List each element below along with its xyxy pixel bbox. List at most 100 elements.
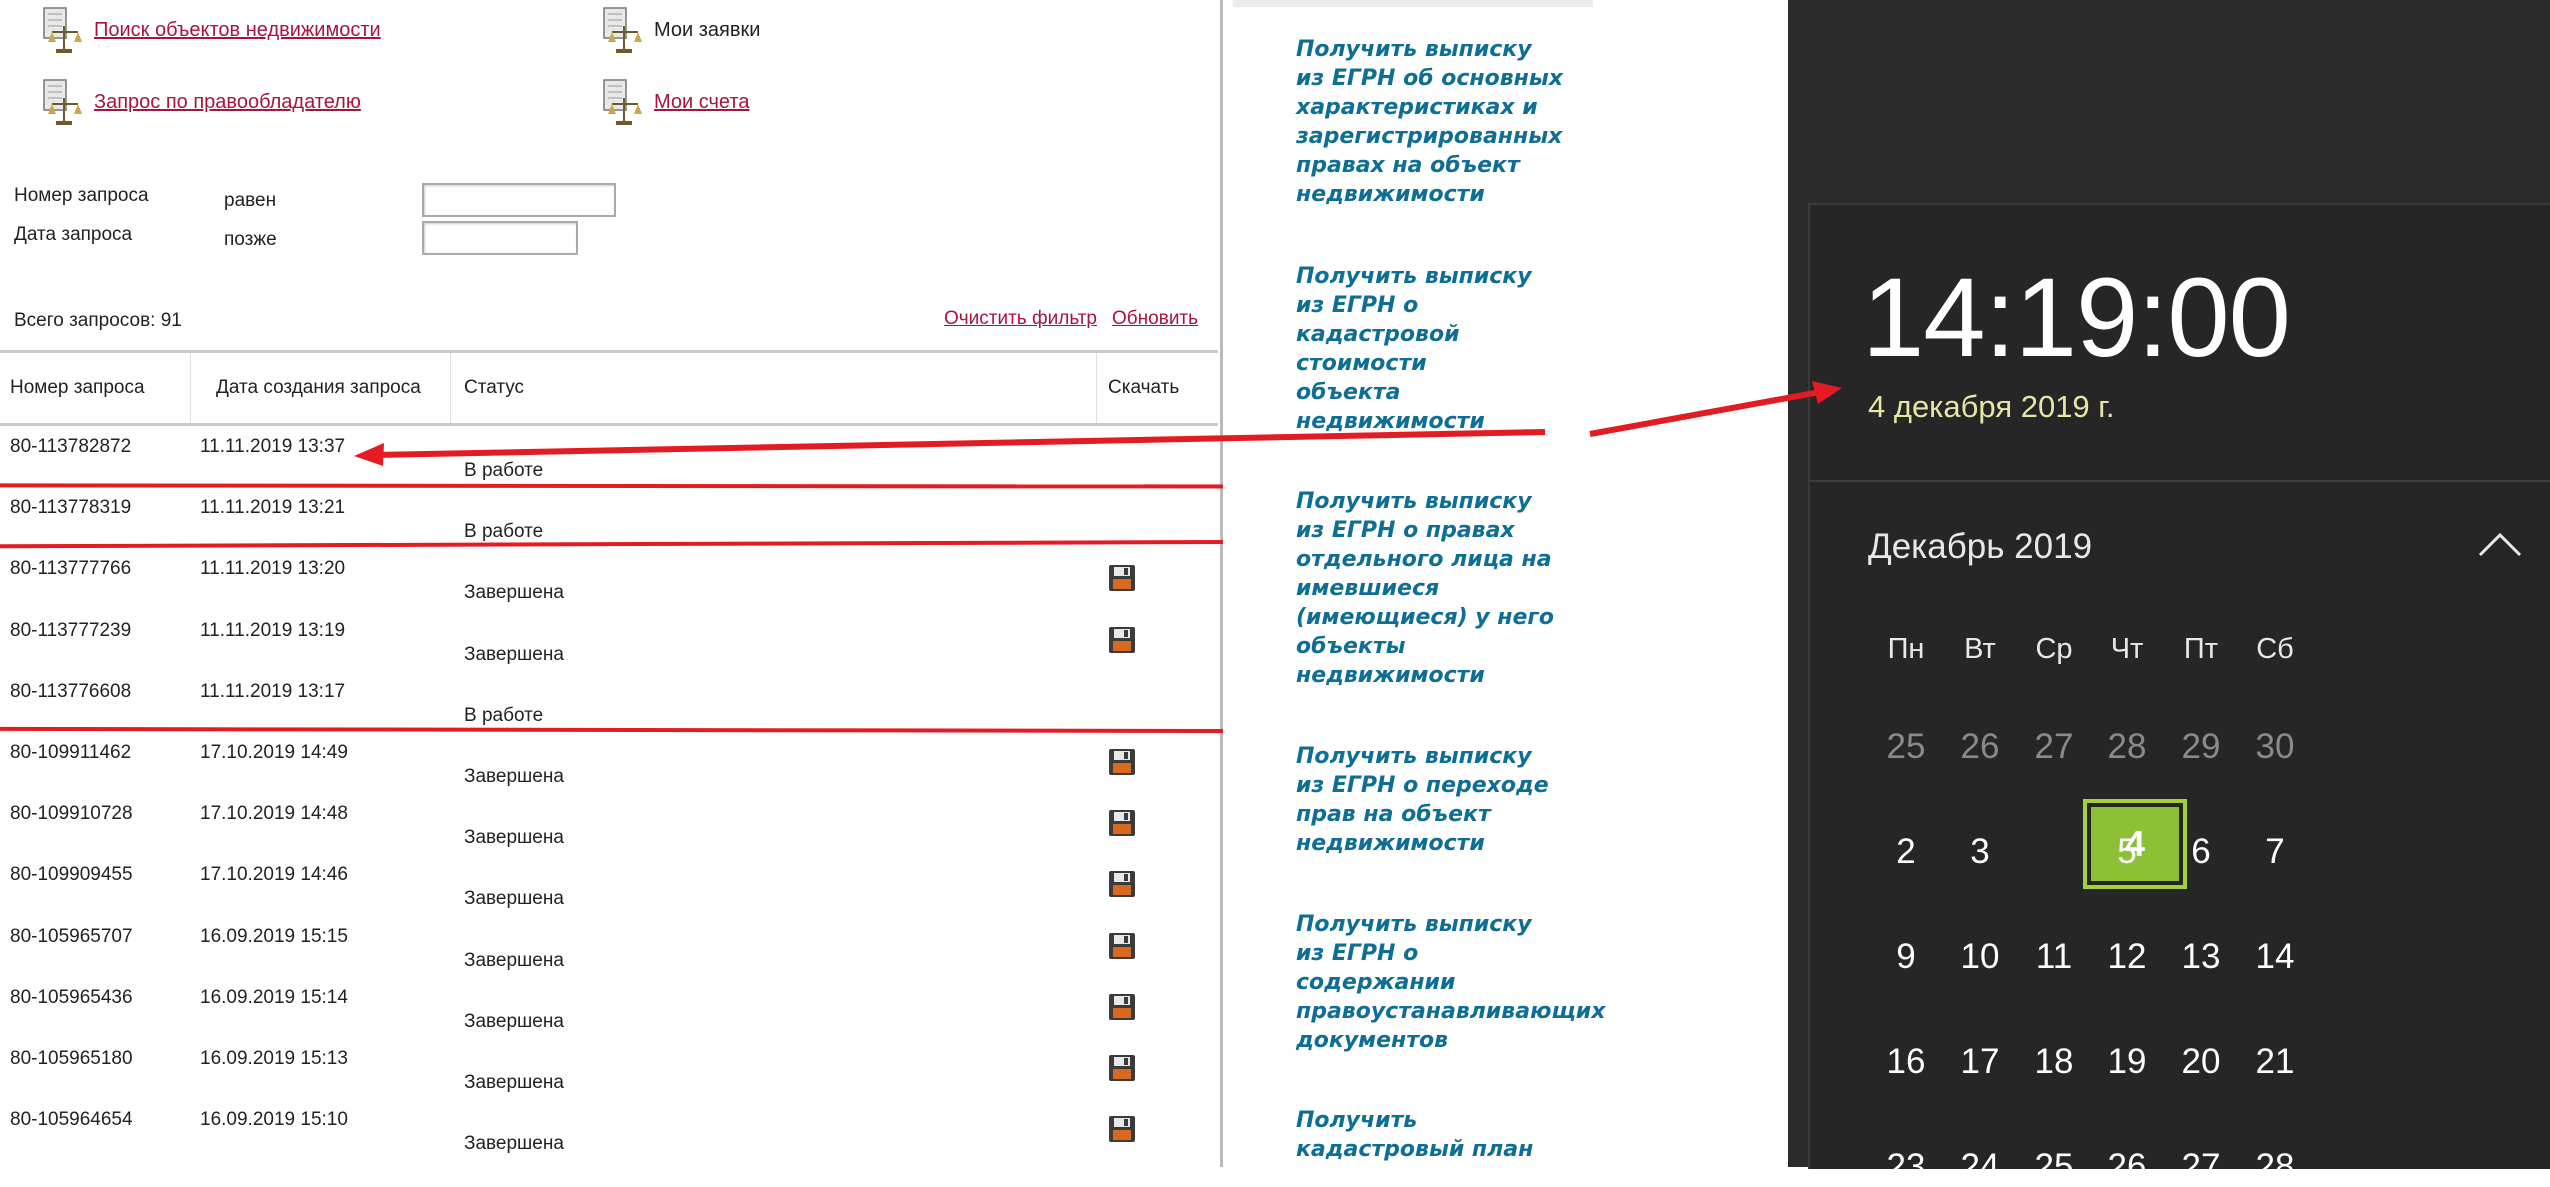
calendar-day[interactable]: 5	[2087, 832, 2167, 872]
floppy-disk-download-icon[interactable]	[1108, 626, 1136, 654]
request-status: Завершена	[464, 949, 564, 971]
calendar-day[interactable]: 17	[1940, 1042, 2020, 1082]
service-link-person-rights[interactable]: Получить выписку из ЕГРН о правах отдель…	[1296, 487, 1626, 690]
calendar-day[interactable]: 27	[2161, 1147, 2241, 1187]
table-row: 80-113782872 11.11.2019 13:37 В работе	[0, 426, 1218, 487]
nav-my-requests-label[interactable]: Мои заявки	[654, 19, 760, 42]
nav-owner-request-label[interactable]: Запрос по правообладателю	[94, 91, 361, 114]
nav-my-bills-label[interactable]: Мои счета	[654, 91, 749, 114]
request-date: 11.11.2019 13:17	[200, 680, 346, 702]
calendar-day[interactable]: 11	[2014, 937, 2094, 977]
calendar-day[interactable]: 2	[1866, 832, 1946, 872]
calendar-day[interactable]: 18	[2014, 1042, 2094, 1082]
service-link-title-documents[interactable]: Получить выписку из ЕГРН о содержании пр…	[1296, 910, 1626, 1055]
floppy-disk-download-icon[interactable]	[1108, 932, 1136, 960]
nav-search-objects-label[interactable]: Поиск объектов недвижимости	[94, 19, 381, 42]
building-scales-icon	[43, 79, 82, 125]
calendar-day[interactable]: 29	[2161, 727, 2241, 767]
calendar-day[interactable]: 10	[1940, 937, 2020, 977]
request-number-input[interactable]	[422, 183, 616, 217]
floppy-disk-download-icon[interactable]	[1108, 1054, 1136, 1082]
calendar-day[interactable]: 30	[2235, 727, 2315, 767]
request-date: 17.10.2019 14:49	[200, 741, 348, 763]
calendar-day[interactable]: 19	[2087, 1042, 2167, 1082]
floppy-disk-download-icon[interactable]	[1108, 1115, 1136, 1143]
request-date-label: Дата запроса	[14, 224, 133, 245]
request-date: 16.09.2019 15:14	[200, 986, 348, 1008]
request-status: В работе	[464, 521, 544, 543]
calendar-day[interactable]: 23	[1866, 1147, 1946, 1187]
calendar-day[interactable]: 21	[2235, 1042, 2315, 1082]
request-date: 16.09.2019 15:13	[200, 1047, 348, 1069]
request-status: Завершена	[464, 1071, 564, 1093]
weekday-label: Ср	[2035, 633, 2073, 665]
request-date: 16.09.2019 15:10	[200, 1109, 348, 1131]
request-date: 17.10.2019 14:48	[200, 803, 348, 825]
weekday-label: Сб	[2256, 633, 2294, 665]
request-date: 11.11.2019 13:19	[200, 619, 346, 641]
table-body: 80-113782872 11.11.2019 13:37 В работе 80-1…	[0, 426, 1218, 1160]
building-scales-icon	[603, 79, 642, 125]
nav-owner-request[interactable]: Запрос по правообладателю	[38, 72, 361, 132]
table-row: 80-105964654 16.09.2019 15:10 Завершена	[0, 1099, 1218, 1160]
calendar-day[interactable]: 20	[2161, 1042, 2241, 1082]
table-row: 80-105965436 16.09.2019 15:14 Завершена	[0, 977, 1218, 1038]
floppy-disk-download-icon[interactable]	[1108, 809, 1136, 837]
calendar-day[interactable]: 28	[2087, 727, 2167, 767]
calendar-day[interactable]: 3	[1940, 832, 2020, 872]
calendar-day[interactable]: 7	[2235, 832, 2315, 872]
header-created-date[interactable]: Дата создания запроса	[216, 377, 421, 399]
request-date-operator[interactable]: позже	[224, 229, 277, 251]
nav-my-requests[interactable]: Мои заявки	[598, 0, 760, 60]
service-link-cadastral-plan[interactable]: Получить кадастровый план	[1296, 1106, 1626, 1164]
floppy-disk-download-icon[interactable]	[1108, 993, 1136, 1021]
request-date: 11.11.2019 13:21	[200, 497, 346, 519]
header-request-number[interactable]: Номер запроса	[10, 377, 145, 399]
service-link-main-characteristics[interactable]: Получить выписку из ЕГРН об основных хар…	[1296, 35, 1626, 209]
total-requests: Всего запросов: 91	[14, 310, 182, 331]
request-status: Завершена	[464, 1133, 564, 1155]
floppy-disk-download-icon[interactable]	[1108, 564, 1136, 592]
calendar-day[interactable]: 28	[2235, 1147, 2315, 1187]
calendar-day[interactable]: 9	[1866, 937, 1946, 977]
request-number: 80-113782872	[10, 436, 132, 457]
calendar-day[interactable]: 6	[2161, 832, 2241, 872]
table-row: 80-109910728 17.10.2019 14:48 Завершена	[0, 793, 1218, 854]
calendar-day[interactable]: 16	[1866, 1042, 1946, 1082]
nav-search-objects[interactable]: Поиск объектов недвижимости	[38, 0, 381, 60]
clock-date-link[interactable]: 4 декабря 2019 г.	[1868, 389, 2114, 425]
table-row: 80-105965180 16.09.2019 15:13 Завершена	[0, 1038, 1218, 1099]
calendar-day[interactable]: 12	[2087, 937, 2167, 977]
requests-panel: Поиск объектов недвижимости Мои заявки З…	[0, 0, 1301, 1167]
calendar-day[interactable]: 24	[1940, 1147, 2020, 1187]
calendar-day[interactable]: 26	[2087, 1147, 2167, 1187]
floppy-disk-download-icon[interactable]	[1108, 748, 1136, 776]
table-row: 80-113777239 11.11.2019 13:19 Завершена	[0, 610, 1218, 671]
request-status: В работе	[464, 460, 544, 481]
service-link-cadastral-value[interactable]: Получить выписку из ЕГРН о кадастровой с…	[1296, 262, 1626, 436]
refresh-link[interactable]: Обновить	[1112, 308, 1198, 330]
nav-my-bills[interactable]: Мои счета	[598, 72, 749, 132]
calendar-day[interactable]: 14	[2235, 937, 2315, 977]
request-number: 80-105965707	[10, 925, 133, 947]
request-date: 11.11.2019 13:37	[200, 436, 346, 457]
calendar-month-title[interactable]: Декабрь 2019	[1868, 527, 2092, 567]
request-number: 80-105965180	[10, 1047, 133, 1069]
chevron-up-icon[interactable]	[2478, 531, 2522, 557]
request-number-operator[interactable]: равен	[224, 190, 276, 212]
calendar-day[interactable]: 25	[2014, 1147, 2094, 1187]
floppy-disk-download-icon[interactable]	[1108, 870, 1136, 898]
top-bar	[1233, 0, 1593, 7]
calendar-day[interactable]: 26	[1940, 727, 2020, 767]
request-date: 11.11.2019 13:20	[200, 558, 346, 580]
service-link-rights-transfer[interactable]: Получить выписку из ЕГРН о переходе прав…	[1296, 742, 1626, 858]
request-number: 80-113777766	[10, 558, 132, 580]
request-date-input[interactable]	[422, 221, 578, 255]
clear-filter-link[interactable]: Очистить фильтр	[944, 308, 1097, 330]
header-status[interactable]: Статус	[464, 377, 524, 399]
request-status: Завершена	[464, 888, 564, 910]
calendar-day[interactable]: 27	[2014, 727, 2094, 767]
calendar-day[interactable]: 13	[2161, 937, 2241, 977]
flyout-divider	[1810, 480, 2550, 482]
calendar-day[interactable]: 25	[1866, 727, 1946, 767]
